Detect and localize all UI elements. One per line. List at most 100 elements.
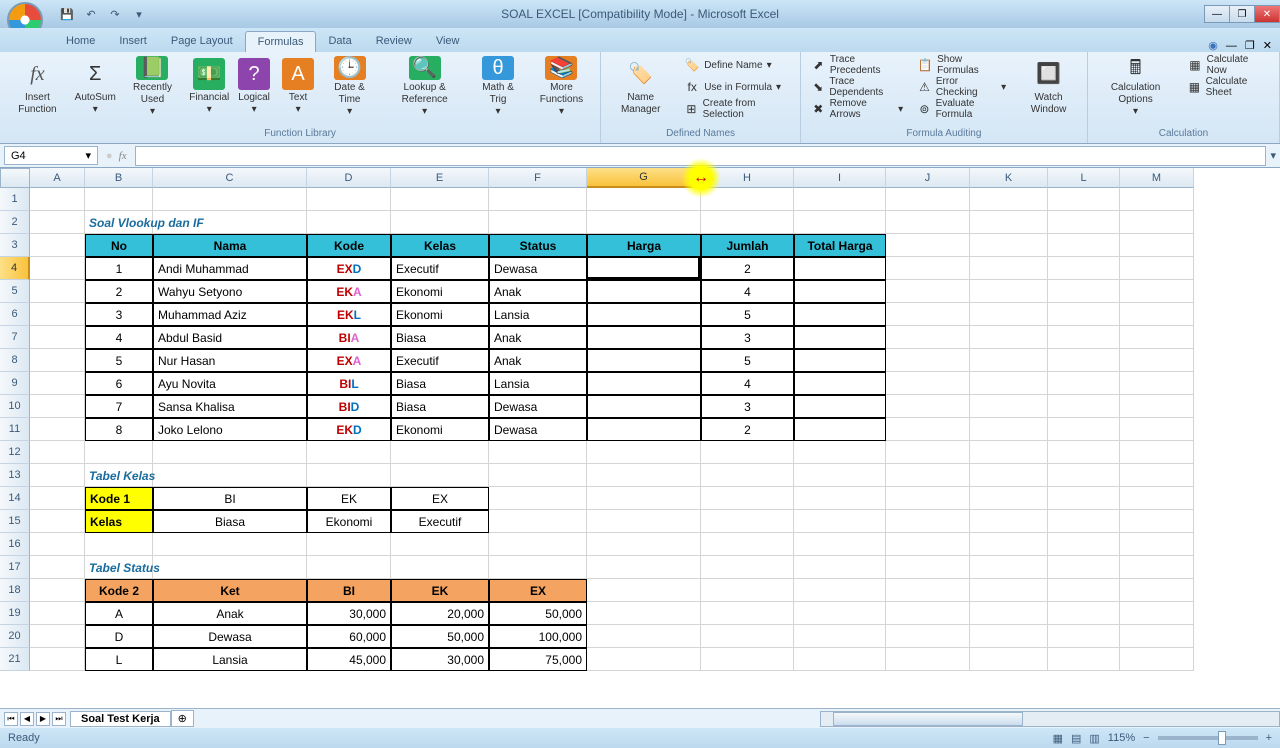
zoom-in-button[interactable]: +	[1266, 732, 1272, 744]
cell-K18[interactable]	[970, 579, 1048, 602]
cell-M14[interactable]	[1120, 487, 1194, 510]
next-sheet-button[interactable]: ▶	[36, 712, 50, 726]
column-header-A[interactable]: A	[30, 168, 85, 188]
cell-K8[interactable]	[970, 349, 1048, 372]
cell-E9[interactable]: Biasa	[391, 372, 489, 395]
row-header-6[interactable]: 6	[0, 303, 30, 326]
cell-G12[interactable]	[587, 441, 701, 464]
cell-I10[interactable]	[794, 395, 886, 418]
cell-D4[interactable]: EXD	[307, 257, 391, 280]
zoom-level[interactable]: 115%	[1108, 732, 1135, 744]
cell-A4[interactable]	[30, 257, 85, 280]
cell-G21[interactable]	[587, 648, 701, 671]
insert-function-button[interactable]: fxInsert Function	[4, 54, 71, 120]
cell-E17[interactable]	[391, 556, 489, 579]
use-in-formula-button[interactable]: fxUse in Formula ▾	[678, 76, 796, 98]
calculate-now-button[interactable]: ▦Calculate Now	[1181, 54, 1275, 76]
cell-M4[interactable]	[1120, 257, 1194, 280]
cell-H16[interactable]	[701, 533, 794, 556]
cell-G20[interactable]	[587, 625, 701, 648]
cell-A9[interactable]	[30, 372, 85, 395]
cell-D16[interactable]	[307, 533, 391, 556]
cell-M2[interactable]	[1120, 211, 1194, 234]
cell-H10[interactable]: 3	[701, 395, 794, 418]
formula-input[interactable]	[135, 146, 1267, 166]
cell-H9[interactable]: 4	[701, 372, 794, 395]
cell-J18[interactable]	[886, 579, 970, 602]
tab-view[interactable]: View	[424, 31, 472, 52]
cell-E16[interactable]	[391, 533, 489, 556]
cell-J8[interactable]	[886, 349, 970, 372]
cell-L10[interactable]	[1048, 395, 1120, 418]
cell-J11[interactable]	[886, 418, 970, 441]
cell-I7[interactable]	[794, 326, 886, 349]
name-manager-button[interactable]: 🏷️Name Manager	[605, 54, 676, 120]
first-sheet-button[interactable]: ⏮	[4, 712, 18, 726]
cell-L2[interactable]	[1048, 211, 1120, 234]
view-page-layout-button[interactable]: ▤	[1071, 732, 1081, 745]
cell-E21[interactable]: 30,000	[391, 648, 489, 671]
cell-H11[interactable]: 2	[701, 418, 794, 441]
cell-C12[interactable]	[153, 441, 307, 464]
remove-arrows-button[interactable]: ✖Remove Arrows ▾	[805, 98, 909, 120]
cell-D7[interactable]: BIA	[307, 326, 391, 349]
tab-home[interactable]: Home	[54, 31, 107, 52]
cell-K14[interactable]	[970, 487, 1048, 510]
cell-F19[interactable]: 50,000	[489, 602, 587, 625]
row-header-15[interactable]: 15	[0, 510, 30, 533]
name-box[interactable]: G4▾	[4, 146, 98, 165]
row-header-10[interactable]: 10	[0, 395, 30, 418]
cell-M18[interactable]	[1120, 579, 1194, 602]
cell-H14[interactable]	[701, 487, 794, 510]
cell-B6[interactable]: 3	[85, 303, 153, 326]
cell-K5[interactable]	[970, 280, 1048, 303]
cell-D9[interactable]: BIL	[307, 372, 391, 395]
horizontal-scrollbar[interactable]	[820, 711, 1280, 727]
cell-J3[interactable]	[886, 234, 970, 257]
cell-G9[interactable]	[587, 372, 701, 395]
column-header-B[interactable]: B	[85, 168, 153, 188]
row-header-2[interactable]: 2	[0, 211, 30, 234]
calculation-options-button[interactable]: 🖩Calculation Options▾	[1092, 54, 1179, 120]
row-header-17[interactable]: 17	[0, 556, 30, 579]
cell-F17[interactable]	[489, 556, 587, 579]
row-header-5[interactable]: 5	[0, 280, 30, 303]
cell-A18[interactable]	[30, 579, 85, 602]
column-header-K[interactable]: K	[970, 168, 1048, 188]
cell-H8[interactable]: 5	[701, 349, 794, 372]
cell-I15[interactable]	[794, 510, 886, 533]
cell-C4[interactable]: Andi Muhammad	[153, 257, 307, 280]
cell-M20[interactable]	[1120, 625, 1194, 648]
cell-L16[interactable]	[1048, 533, 1120, 556]
column-header-D[interactable]: D	[307, 168, 391, 188]
cell-B19[interactable]: A	[85, 602, 153, 625]
cell-K10[interactable]	[970, 395, 1048, 418]
cell-I19[interactable]	[794, 602, 886, 625]
cell-K9[interactable]	[970, 372, 1048, 395]
calculate-sheet-button[interactable]: ▦Calculate Sheet	[1181, 76, 1275, 98]
cell-K3[interactable]	[970, 234, 1048, 257]
cell-A3[interactable]	[30, 234, 85, 257]
cell-J10[interactable]	[886, 395, 970, 418]
cell-G8[interactable]	[587, 349, 701, 372]
financial-button[interactable]: 💵Financial▾	[187, 54, 231, 120]
select-all-button[interactable]	[0, 168, 30, 188]
cell-G18[interactable]	[587, 579, 701, 602]
qat-dropdown-icon[interactable]: ▾	[130, 5, 148, 23]
cell-K17[interactable]	[970, 556, 1048, 579]
cell-L8[interactable]	[1048, 349, 1120, 372]
cell-I17[interactable]	[794, 556, 886, 579]
cell-C14[interactable]: BI	[153, 487, 307, 510]
cell-A21[interactable]	[30, 648, 85, 671]
cell-L3[interactable]	[1048, 234, 1120, 257]
sheet-tab[interactable]: Soal Test Kerja	[70, 711, 171, 727]
cell-A17[interactable]	[30, 556, 85, 579]
cell-L21[interactable]	[1048, 648, 1120, 671]
cell-A5[interactable]	[30, 280, 85, 303]
cell-K13[interactable]	[970, 464, 1048, 487]
autosum-button[interactable]: ΣAutoSum▾	[73, 54, 118, 120]
cell-F21[interactable]: 75,000	[489, 648, 587, 671]
cell-D19[interactable]: 30,000	[307, 602, 391, 625]
cell-I18[interactable]	[794, 579, 886, 602]
cell-K12[interactable]	[970, 441, 1048, 464]
